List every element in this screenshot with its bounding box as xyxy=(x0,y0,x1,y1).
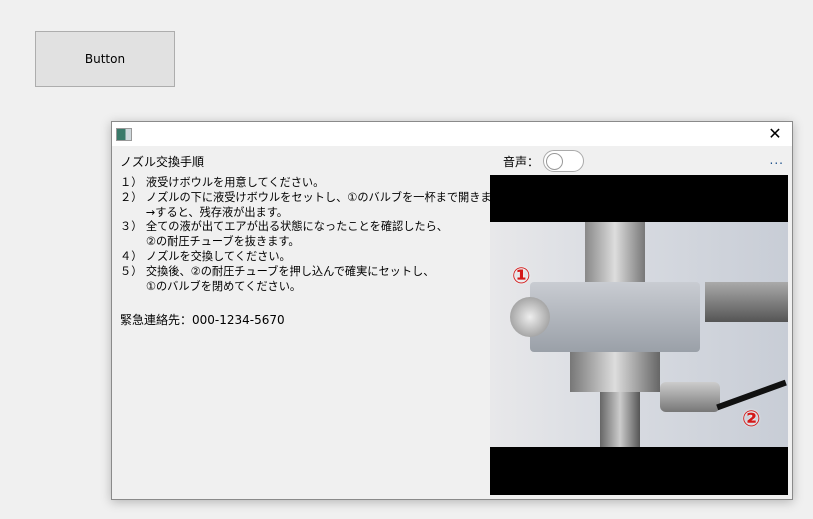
sound-label: 音声： xyxy=(503,155,540,169)
emergency-contact: 緊急連絡先：000-1234-5670 xyxy=(120,313,285,327)
valve-marker: ① xyxy=(512,264,531,289)
tube-marker: ② xyxy=(742,407,761,432)
step-line: ①のバルブを閉めてください。 xyxy=(120,279,302,293)
step-line: １） 液受けボウルを用意してください。 xyxy=(120,176,325,189)
step-line: ５） 交換後、②の耐圧チューブを押し込んで確実にセットし、 xyxy=(120,264,435,278)
more-options-button[interactable]: ... xyxy=(770,153,784,167)
step-line: ３） 全ての液が出てエアが出る状態になったことを確認したら、 xyxy=(120,220,448,234)
step-line: ２） ノズルの下に液受けボウルをセットし、①のバルブを一杯まで開きます。 xyxy=(120,190,513,204)
procedure-title: ノズル交換手順 xyxy=(120,155,205,169)
nozzle-dialog: ✕ ノズル交換手順 １） 液受けボウルを用意してください。 ２） ノズルの下に液… xyxy=(111,121,793,500)
close-button[interactable]: ✕ xyxy=(764,124,786,143)
step-line: ②の耐圧チューブを抜きます。 xyxy=(120,235,300,249)
title-bar: ✕ xyxy=(112,122,792,146)
toggle-knob xyxy=(546,153,563,170)
procedure-steps: １） 液受けボウルを用意してください。 ２） ノズルの下に液受けボウルをセットし… xyxy=(120,176,513,294)
step-line: ４） ノズルを交換してください。 xyxy=(120,249,291,263)
sound-toggle[interactable] xyxy=(543,150,584,172)
step-line: →すると、残存液が出ます。 xyxy=(120,205,288,219)
app-icon xyxy=(116,128,132,141)
main-button[interactable]: Button xyxy=(35,31,175,87)
media-view: ① ② xyxy=(490,175,788,495)
nozzle-photo: ① ② xyxy=(490,222,788,447)
